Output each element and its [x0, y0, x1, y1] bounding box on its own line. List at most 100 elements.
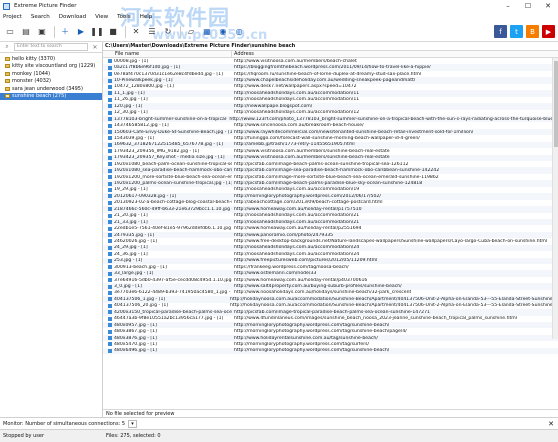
file-name: 1793423_209357_Key.shot - media size.jpg…: [114, 155, 225, 161]
column-header-address[interactable]: Address: [232, 51, 254, 57]
tree-item[interactable]: monster (4032): [0, 78, 102, 86]
search-input[interactable]: Enter text to search: [14, 43, 88, 51]
connections-dropdown[interactable]: ▾: [128, 419, 137, 428]
tree-item-label: sunshine beach (275): [12, 93, 67, 100]
status-left: Stopped by user: [3, 433, 45, 439]
maximize-button[interactable]: ☐: [518, 0, 538, 12]
status-right: Files: 275, selected: 0: [106, 433, 161, 439]
folder-icon: [5, 79, 10, 84]
pause-icon[interactable]: ❚❚: [90, 25, 104, 39]
menu-bar: Project Search Download View Tools Help: [0, 12, 558, 22]
file-address: http://holidaynoosa.com.au/accommodation…: [230, 296, 558, 302]
browser-icon[interactable]: ◉: [216, 25, 230, 39]
save-icon[interactable]: ▣: [35, 25, 49, 39]
toolbar-separator: [180, 25, 181, 38]
minimize-button[interactable]: –: [498, 0, 518, 12]
tree-item[interactable]: monkey (1044): [0, 70, 102, 78]
image-file-icon: [108, 265, 112, 270]
menu-tools[interactable]: Tools: [117, 14, 131, 20]
table-row[interactable]: 13778103-bright-summer-sunshine-on-a-tro…: [103, 115, 558, 123]
image-file-icon: [108, 316, 112, 321]
table-row[interactable]: 404137506_20.jpg - [1] http://holidaynoos…: [103, 303, 558, 309]
image-file-icon: [108, 284, 112, 289]
table-row[interactable]: 480x6496.jpg - [1] http://morningloryphot…: [103, 347, 558, 355]
file-name: 169632_3718267122515485_6576778.jpg - [1…: [114, 142, 224, 148]
add-icon[interactable]: ＋: [58, 25, 72, 39]
open-icon[interactable]: ▤: [19, 25, 33, 39]
image-file-icon: [108, 187, 112, 192]
file-cell: 19_29.jpg - [1]: [103, 187, 232, 192]
file-address: http://noosaheadsholidays.com.au/accommo…: [234, 90, 360, 96]
file-name: 1543039.jpg - [1]: [114, 135, 155, 141]
file-address: https://bloggingfromthebeach.wordpress.c…: [234, 65, 431, 71]
menu-download[interactable]: Download: [59, 14, 86, 20]
image-file-icon: [108, 252, 112, 257]
menu-project[interactable]: Project: [3, 14, 22, 20]
file-name: 22edb1e5-7561-40ef-81e5-97962ddefdb6.1.1…: [114, 226, 232, 232]
tree-item[interactable]: kitty site viscountland org (1229): [0, 63, 102, 71]
file-address: http://noosaheadsholidays.com.au/accommo…: [234, 187, 360, 193]
file-address: http://noosaheadsholidays.com.au/accommo…: [234, 219, 360, 225]
start-icon[interactable]: ▶: [74, 25, 88, 39]
image-file-icon: [108, 290, 112, 295]
twitter-icon[interactable]: t: [510, 25, 523, 38]
new-project-icon[interactable]: ▭: [3, 25, 17, 39]
properties-icon[interactable]: ☰: [145, 25, 159, 39]
table-row[interactable]: 404137506_1.jpg - [1] http://holidaynoosa…: [103, 296, 558, 303]
scrollbar-thumb[interactable]: [554, 61, 558, 147]
toolbar-separator: [54, 25, 55, 38]
web-icon[interactable]: ◎: [232, 25, 246, 39]
file-address: http://www.visitnoosa.com.au/members/sun…: [234, 155, 390, 161]
image-file-icon: [108, 117, 112, 122]
file-address: http://newwallpape.blogspot.com/: [234, 103, 313, 109]
file-name: 480x3876.jpg - [1]: [114, 335, 157, 341]
image-file-icon: [108, 194, 112, 199]
image-file-icon: [108, 110, 112, 115]
table-row[interactable]: 46447a3b-9f8e10551a2bc13956ca177.jpg - […: [103, 316, 558, 322]
image-file-icon: [108, 323, 112, 328]
search-icon[interactable]: ⌕: [2, 43, 12, 52]
file-address: http://www.noosaholidays.com.au/holidays…: [234, 290, 412, 296]
tree-item[interactable]: sara jean underwood (3495): [0, 85, 102, 93]
file-cell: 1793423_209356_IMG_9182.jpg - [1]: [103, 149, 232, 154]
image-file-icon: [108, 142, 112, 147]
delete-icon[interactable]: ✕: [129, 25, 143, 39]
file-cell: 1543039.jpg - [1]: [103, 136, 232, 141]
view-icon[interactable]: ▦: [200, 25, 214, 39]
image-file-icon: [108, 213, 112, 218]
table-row[interactable]: 24620026.jpg - [1] http://www.free-deskto…: [103, 238, 558, 244]
preview-text: No file selected for preview: [106, 410, 175, 417]
file-name: 0a2c17f8b6e96f1d0.jpg - [1]: [114, 65, 181, 71]
close-button[interactable]: ✕: [538, 0, 558, 12]
file-cell: 480x5470.jpg - [1]: [103, 342, 232, 347]
folder-icon[interactable]: ▱: [184, 25, 198, 39]
file-cell: 480x0957.jpg - [1]: [103, 323, 232, 328]
clear-icon[interactable]: ✕: [90, 43, 100, 52]
tree-item[interactable]: sunshine beach (275): [0, 92, 102, 100]
blogger-icon[interactable]: B: [526, 25, 539, 38]
column-header-file[interactable]: File name: [103, 50, 232, 58]
tree-item[interactable]: hello kitty (3370): [0, 55, 102, 63]
file-cell: 21_33.jpg - [1]: [103, 220, 232, 225]
refresh-icon[interactable]: ↻: [161, 25, 175, 39]
project-panel: ⌕ Enter text to search ✕ hello kitty (33…: [0, 42, 103, 417]
youtube-icon[interactable]: ▶: [542, 25, 555, 38]
vertical-scrollbar[interactable]: [552, 58, 558, 339]
monitor-close-button[interactable]: ✕: [548, 420, 554, 428]
tree-item-label: monster (4032): [12, 78, 52, 85]
menu-view[interactable]: View: [95, 14, 108, 20]
window-title: Extreme Picture Finder: [14, 3, 77, 9]
file-cell: 0e78af470c1370d31c1e62e8c4fdbed4.jpg - […: [103, 72, 232, 77]
folder-icon: [5, 86, 10, 91]
facebook-icon[interactable]: f: [494, 25, 507, 38]
menu-help[interactable]: Help: [140, 14, 153, 20]
file-name: 480x0957.jpg - [1]: [114, 322, 157, 328]
stop-icon[interactable]: ■: [106, 25, 120, 39]
file-name: 24_29.jpg - [1]: [114, 245, 148, 251]
file-cell: 253.jpg - [1]: [103, 258, 232, 263]
file-cell: 143746585812.jpg - [1]: [103, 123, 232, 128]
image-file-icon: [108, 91, 112, 96]
menu-search[interactable]: Search: [31, 14, 50, 20]
file-cell: 2479335.jpg - [1]: [103, 233, 232, 238]
file-address: http://noosaheadsholidays.com.au/accommo…: [234, 97, 360, 103]
